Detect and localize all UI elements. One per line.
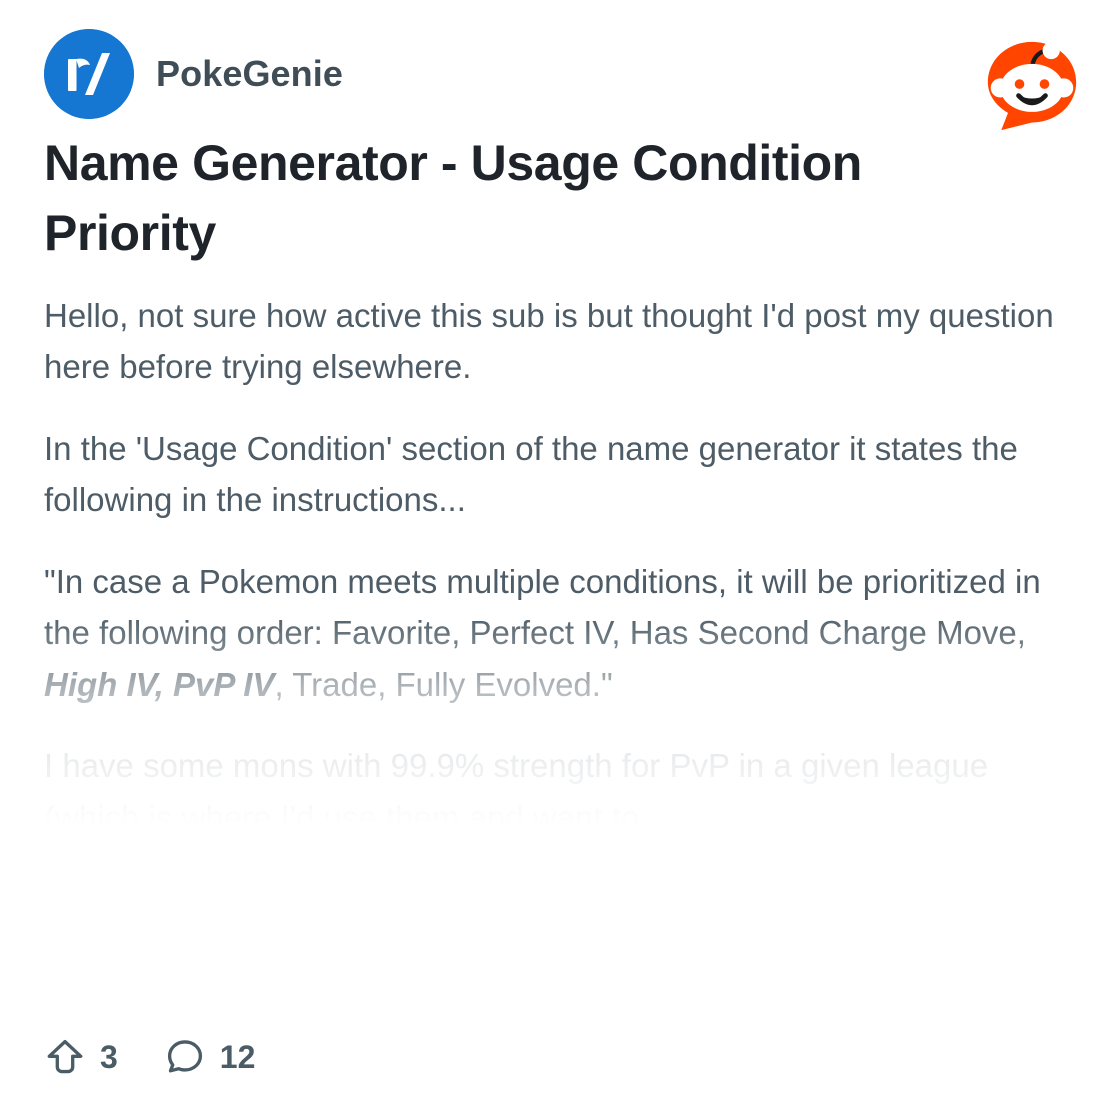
quote-tail-text: , Trade, Fully Evolved." — [274, 665, 613, 703]
post-body: Name Generator - Usage Condition Priorit… — [0, 128, 1120, 844]
post-paragraph-quote: "In case a Pokemon meets multiple condit… — [44, 556, 1076, 710]
post-title[interactable]: Name Generator - Usage Condition Priorit… — [44, 128, 1004, 268]
comment-bubble-icon[interactable] — [164, 1036, 206, 1078]
post-text-content: Hello, not sure how active this sub is b… — [44, 290, 1076, 844]
reddit-snoo-icon — [984, 38, 1080, 134]
post-paragraph: In the 'Usage Condition' section of the … — [44, 429, 1018, 519]
reddit-post-card[interactable]: PokeGenie Name Generator - Usage Conditi… — [0, 0, 1120, 1120]
subreddit-name[interactable]: PokeGenie — [156, 53, 343, 95]
post-header: PokeGenie — [0, 0, 1120, 131]
comments-button[interactable]: 12 — [164, 1036, 256, 1078]
post-paragraph: Hello, not sure how active this sub is b… — [44, 297, 1054, 386]
post-paragraph-truncated: I have some mons with 99.9% strength for… — [44, 747, 989, 836]
quote-emphasis-text: High IV, PvP IV — [44, 665, 275, 703]
subreddit-avatar[interactable] — [44, 29, 134, 119]
post-footer: 3 12 — [44, 1036, 255, 1078]
upvote-count: 3 — [100, 1039, 118, 1075]
upvote-arrow-icon[interactable] — [44, 1036, 86, 1078]
upvote-button[interactable]: 3 — [44, 1036, 118, 1078]
quote-lead-text: "In case a Pokemon meets multiple condit… — [44, 562, 1041, 652]
comment-count: 12 — [219, 1039, 256, 1075]
